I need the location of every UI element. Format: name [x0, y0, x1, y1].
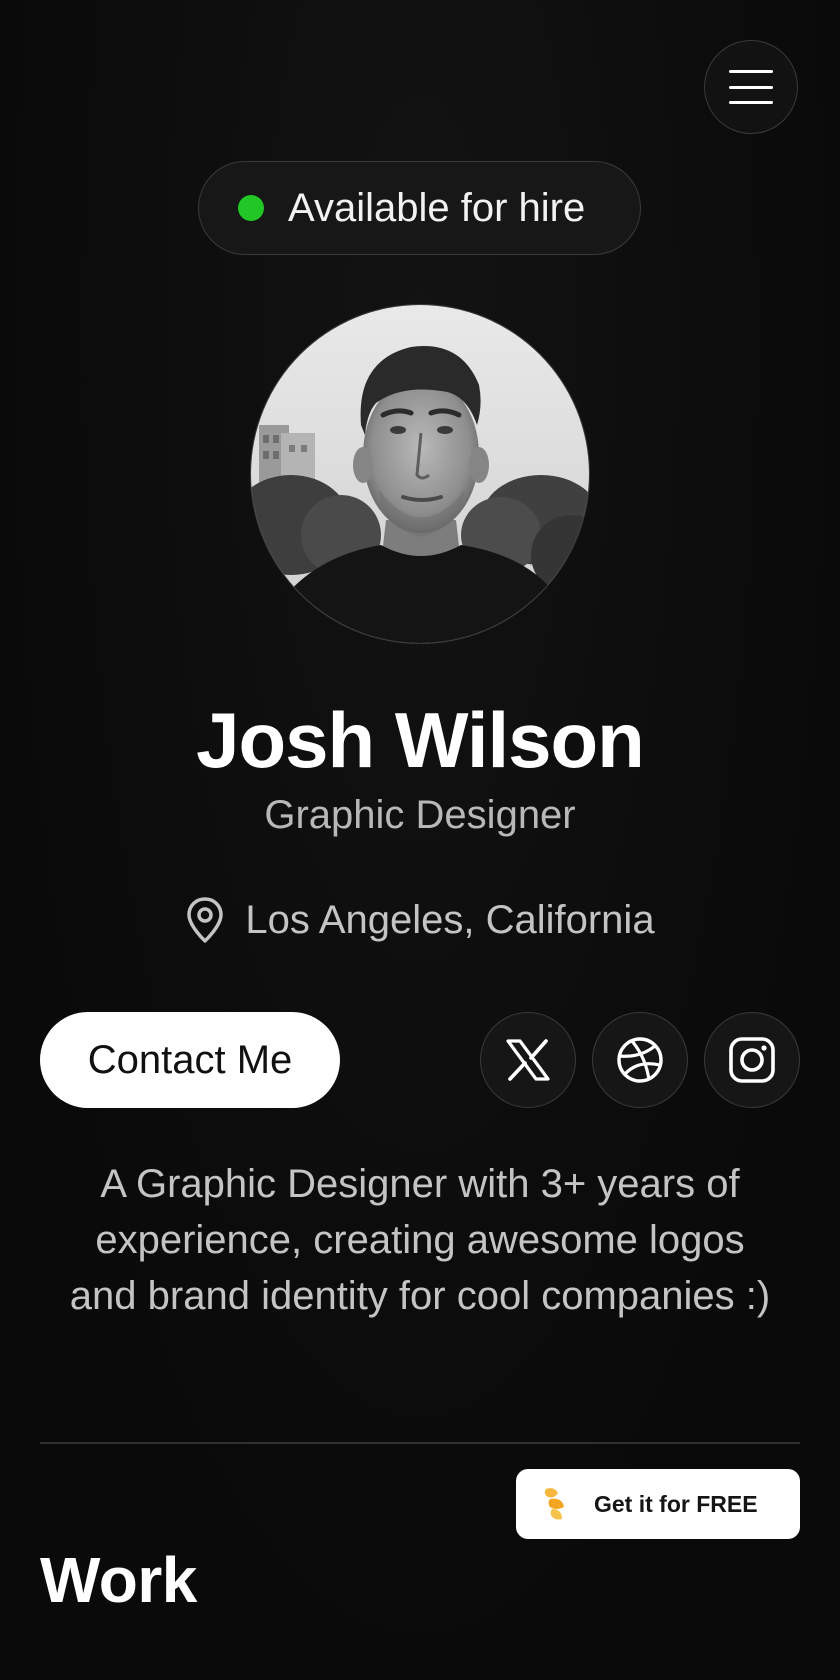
location-text: Los Angeles, California	[245, 897, 655, 942]
dribbble-icon	[617, 1037, 663, 1083]
avatar	[250, 304, 590, 644]
work-section-title: Work	[40, 1544, 197, 1616]
hamburger-menu-icon	[729, 70, 773, 104]
portrait-photo	[251, 305, 589, 643]
profile-role: Graphic Designer	[264, 793, 576, 837]
availability-label: Available for hire	[288, 185, 586, 230]
get-it-free-label: Get it for FREE	[594, 1490, 758, 1517]
contact-me-button[interactable]: Contact Me	[40, 1012, 340, 1108]
framer-logo-icon	[544, 1488, 564, 1520]
map-pin-icon	[187, 897, 224, 943]
instagram-icon	[729, 1037, 775, 1083]
profile-name: Josh Wilson	[196, 696, 645, 784]
bio-line: experience, creating awesome logos	[95, 1218, 745, 1262]
bio-text: A Graphic Designer with 3+ years of expe…	[30, 1156, 810, 1324]
dribbble-button[interactable]	[592, 1012, 688, 1108]
location: Los Angeles, California	[0, 893, 840, 947]
x-twitter-icon	[506, 1039, 550, 1081]
bio-line: A Graphic Designer with 3+ years of	[100, 1162, 740, 1206]
status-dot-icon	[238, 195, 264, 221]
get-it-free-button[interactable]: Get it for FREE	[516, 1469, 800, 1539]
availability-badge: Available for hire	[198, 161, 641, 255]
bio-line: and brand identity for cool companies :)	[69, 1274, 771, 1318]
menu-button[interactable]	[704, 40, 798, 134]
instagram-button[interactable]	[704, 1012, 800, 1108]
x-twitter-button[interactable]	[480, 1012, 576, 1108]
section-divider	[40, 1442, 800, 1444]
